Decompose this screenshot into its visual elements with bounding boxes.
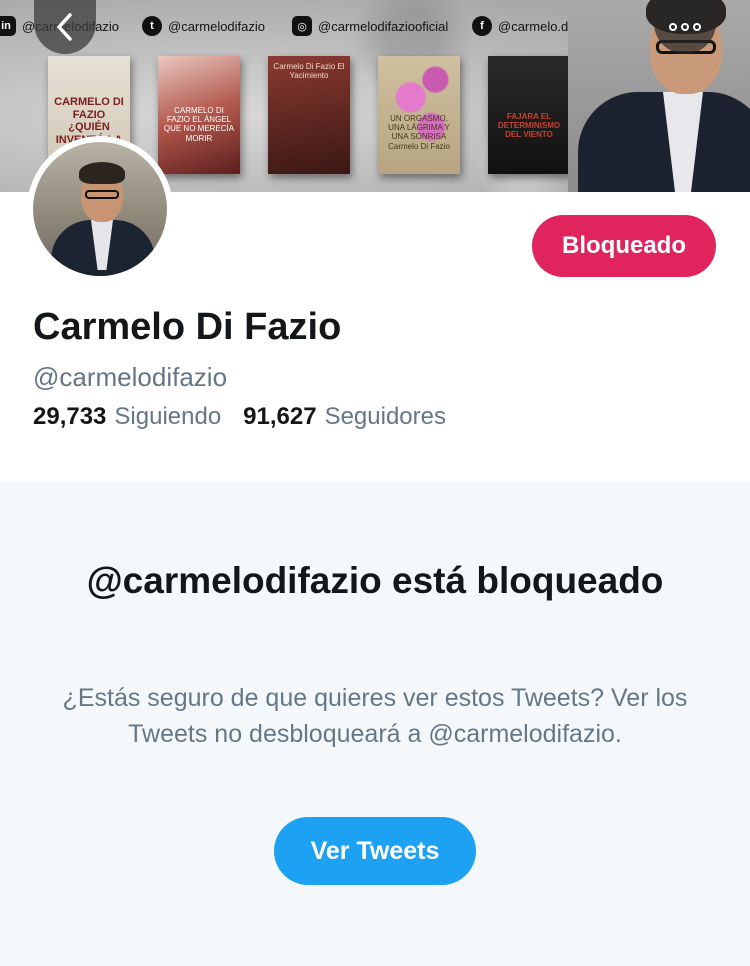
view-tweets-button[interactable]: Ver Tweets bbox=[274, 817, 476, 885]
facebook-icon: f bbox=[472, 16, 492, 36]
user-handle: @carmelodifazio bbox=[33, 362, 228, 392]
banner-social-handle: @carmelodifazio bbox=[168, 18, 266, 34]
banner-social-twitter: t @carmelodifazio bbox=[142, 12, 265, 40]
more-dot-icon bbox=[669, 23, 677, 31]
chevron-left-icon bbox=[57, 13, 72, 41]
more-dot-icon bbox=[693, 23, 701, 31]
blocked-button[interactable]: Bloqueado bbox=[532, 215, 716, 277]
book-cover: UN ORGASMO, UNA LÁGRIMA Y UNA SONRISA Ca… bbox=[378, 56, 460, 174]
followers-label: Seguidores bbox=[324, 403, 446, 430]
more-dot-icon bbox=[681, 23, 689, 31]
book-title: Carmelo Di Fazio El Yacimiento bbox=[273, 62, 345, 81]
book-title: UN ORGASMO, UNA LÁGRIMA Y UNA SONRISA Ca… bbox=[388, 114, 450, 151]
linkedin-icon: in bbox=[0, 16, 16, 36]
photo-suit bbox=[578, 92, 750, 192]
following-count: 29,733 bbox=[33, 403, 107, 430]
book-cover: FAJARA EL DETERMINISMO DEL VIENTO bbox=[488, 56, 570, 174]
followers-count: 91,627 bbox=[243, 403, 317, 430]
avatar-glasses bbox=[85, 190, 119, 199]
follow-stats: 29,733 Siguiendo 91,627 Seguidores bbox=[33, 403, 446, 431]
banner-social-row: in @carmelodifazio t @carmelodifazio ◎ @… bbox=[0, 12, 640, 40]
profile-screen: in @carmelodifazio t @carmelodifazio ◎ @… bbox=[0, 0, 750, 966]
following-label: Siguiendo bbox=[114, 403, 222, 430]
following-link[interactable]: 29,733 Siguiendo bbox=[33, 403, 221, 431]
book-cover: CARMELO DI FAZIO EL ÁNGEL QUE NO MERECÍA… bbox=[158, 56, 240, 174]
banner-social-instagram: ◎ @carmelodifaziooficial bbox=[292, 12, 448, 40]
instagram-icon: ◎ bbox=[292, 16, 312, 36]
book-title: FAJARA EL DETERMINISMO DEL VIENTO bbox=[497, 112, 561, 140]
twitter-icon: t bbox=[142, 16, 162, 36]
avatar-hair bbox=[79, 162, 125, 184]
display-name: Carmelo Di Fazio bbox=[33, 306, 342, 348]
book-title: CARMELO DI FAZIO EL ÁNGEL QUE NO MERECÍA… bbox=[163, 106, 235, 143]
book-cover: Carmelo Di Fazio El Yacimiento bbox=[268, 56, 350, 174]
banner-social-handle: @carmelodifaziooficial bbox=[318, 18, 449, 34]
blocked-description: ¿Estás seguro de que quieres ver estos T… bbox=[62, 684, 688, 748]
followers-link[interactable]: 91,627 Seguidores bbox=[243, 403, 446, 431]
avatar[interactable] bbox=[27, 136, 173, 282]
avatar-image bbox=[33, 142, 167, 276]
blocked-title: @carmelodifazio está bloqueado bbox=[86, 560, 664, 601]
